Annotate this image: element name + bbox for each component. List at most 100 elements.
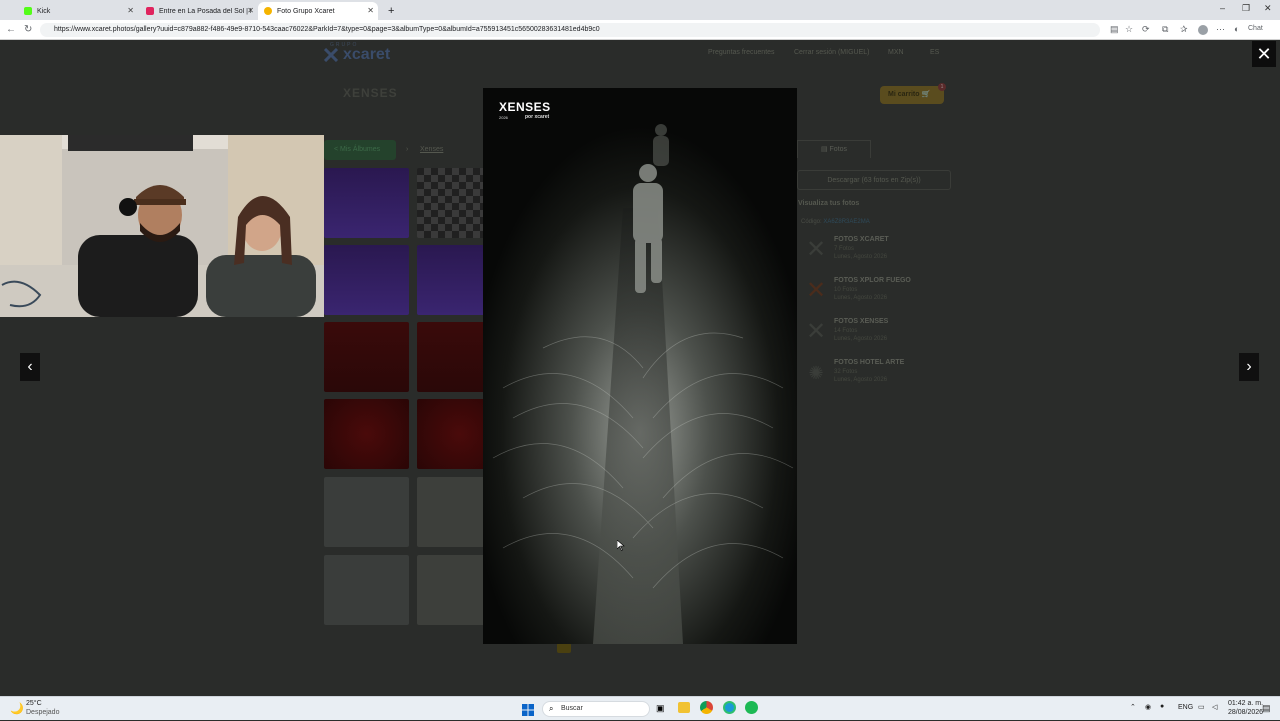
code-value: XA6Z8R3AE2MA	[823, 219, 870, 225]
cart-icon: 🛒	[921, 91, 931, 98]
taskbar: 🌙 25°C Despejado ⌕ Buscar ▣ ⌃ ◉ ● ENG ▭ …	[0, 696, 1280, 720]
language-select[interactable]: ES	[930, 49, 939, 56]
cart-count-badge: 1	[938, 83, 946, 91]
visualize-heading: Visualiza tus fotos	[798, 200, 860, 207]
photos-icon: ▤	[820, 146, 828, 153]
album-title: FOTOS XPLOR FUEGO	[834, 277, 911, 284]
profile-avatar[interactable]	[1198, 25, 1208, 35]
my-albums-button[interactable]: < Mis Álbumes	[324, 140, 396, 160]
hotel-arte-album-icon: ✺	[808, 363, 824, 383]
album-date: Lunes, Agosto 2026	[834, 254, 888, 260]
xplor-fuego-album-icon: ✕	[805, 277, 827, 304]
file-explorer-icon[interactable]	[678, 702, 690, 713]
clock-time[interactable]: 01:42 a. m.	[1228, 700, 1263, 707]
album-date: Lunes, Agosto 2026	[834, 295, 888, 301]
close-tab-icon[interactable]: ✕	[247, 6, 254, 15]
network-icon[interactable]: ◉	[1145, 703, 1151, 711]
task-view-icon[interactable]: ▣	[656, 703, 665, 714]
tab-label: Foto Grupo Xcaret	[277, 7, 335, 15]
chrome-icon[interactable]	[700, 701, 713, 714]
clock-date[interactable]: 28/08/2026	[1228, 709, 1263, 716]
lightbox-close-button[interactable]: ✕	[1252, 41, 1276, 67]
xenses-logo: XENSES	[343, 86, 398, 100]
url-field[interactable]: https://www.xcaret.photos/gallery?uuid=c…	[40, 23, 1100, 37]
favorites-icon[interactable]: ✰	[1180, 24, 1188, 35]
album-count: 10 Fotos	[834, 287, 858, 293]
tab-posada[interactable]: Entre en La Posada del Sol | La pu ✕	[140, 2, 258, 20]
language-indicator[interactable]: ENG	[1178, 704, 1193, 711]
photo-watermark-brand: por xcaret	[525, 114, 550, 120]
minimize-icon[interactable]: –	[1220, 3, 1225, 13]
display-icon[interactable]: ▭	[1198, 703, 1205, 711]
xenses-album-icon: ✕	[805, 318, 827, 345]
photo-thumbnail[interactable]	[324, 245, 409, 315]
album-count: 7 Fotos	[834, 246, 855, 252]
tab-fotos-label: Fotos	[829, 146, 848, 153]
tray-overflow-icon[interactable]: ⌃	[1130, 703, 1136, 711]
album-item-xenses[interactable]: ✕ FOTOS XENSES 14 Fotos Lunes, Agosto 20…	[802, 318, 962, 354]
photo-thumbnail[interactable]	[324, 477, 409, 547]
chat-button[interactable]: Chat	[1248, 25, 1263, 32]
weather-icon: 🌙	[10, 703, 24, 715]
reload-icon[interactable]: ↻	[24, 24, 32, 35]
more-icon[interactable]: ⋯	[1216, 24, 1225, 35]
cart-label: Mi carrito	[888, 91, 920, 98]
tab-label: Kick	[37, 7, 51, 15]
new-tab-button[interactable]: +	[382, 2, 396, 20]
edge-icon[interactable]	[723, 701, 736, 714]
start-windows-icon[interactable]	[522, 703, 534, 716]
code-label: Código:	[801, 219, 822, 225]
volume-icon[interactable]: ◁	[1212, 703, 1217, 711]
tab-kick[interactable]: Kick ✕	[18, 2, 138, 20]
photo-thumbnail[interactable]	[324, 168, 409, 238]
notification-icon[interactable]: ▤	[1262, 703, 1271, 714]
kick-favicon-icon	[24, 7, 32, 15]
lightbox-next-button[interactable]: ›	[1239, 353, 1259, 381]
breadcrumb-current[interactable]: Xenses	[420, 146, 443, 153]
restore-icon[interactable]: ❐	[1242, 3, 1250, 14]
webcam-feed-image	[0, 135, 324, 317]
taskbar-search-box[interactable]: ⌕ Buscar	[542, 701, 650, 717]
album-title: FOTOS XCARET	[834, 236, 889, 243]
address-bar: ← ↻ https://www.xcaret.photos/gallery?uu…	[0, 20, 1280, 40]
photo-watermark-year: 2026	[499, 115, 508, 120]
album-item-xplor-fuego[interactable]: ✕ FOTOS XPLOR FUEGO 10 Fotos Lunes, Agos…	[802, 277, 962, 313]
lightbox-prev-button[interactable]: ‹	[20, 353, 40, 381]
tab-xcaret[interactable]: Foto Grupo Xcaret ✕	[258, 2, 378, 20]
album-title: FOTOS XENSES	[834, 318, 889, 325]
faq-link[interactable]: Preguntas frecuentes	[708, 49, 775, 56]
favorite-star-icon[interactable]: ☆	[1125, 24, 1133, 35]
weather-temp: 25°C	[26, 700, 42, 707]
search-placeholder: Buscar	[561, 705, 583, 712]
xcaret-favicon-icon	[264, 7, 272, 15]
microphone-icon[interactable]: ●	[1160, 703, 1164, 710]
download-zip-button[interactable]: Descargar (63 fotos en Zip(s))	[797, 170, 951, 190]
xcaret-logo-icon	[323, 47, 339, 63]
photo-thumbnail[interactable]	[324, 399, 409, 469]
copilot-icon[interactable]: ◐	[1234, 24, 1239, 34]
breadcrumb-separator: ›	[406, 146, 409, 153]
photo-thumbnail[interactable]	[324, 322, 409, 392]
close-window-icon[interactable]: ✕	[1264, 3, 1272, 14]
album-count: 14 Fotos	[834, 328, 858, 334]
webcam-overlay	[0, 135, 324, 317]
tab-fotos[interactable]: ▤ Fotos	[797, 140, 871, 158]
close-tab-icon[interactable]: ✕	[127, 6, 134, 15]
close-tab-icon[interactable]: ✕	[367, 6, 374, 15]
code-row: Código: XA6Z8R3AE2MA	[801, 219, 870, 225]
extensions-icon[interactable]: ⟳	[1142, 24, 1150, 35]
cart-button[interactable]: Mi carrito 🛒	[880, 86, 944, 104]
pagination-current[interactable]	[557, 643, 571, 653]
currency-select[interactable]: MXN	[888, 49, 904, 56]
night-path-photo	[483, 88, 797, 644]
brand-name[interactable]: xcaret	[343, 46, 390, 64]
spotify-icon[interactable]	[745, 701, 758, 714]
album-item-hotel-arte[interactable]: ✺ FOTOS HOTEL ARTE 32 Fotos Lunes, Agost…	[802, 359, 962, 395]
split-screen-icon[interactable]: ⧉	[1162, 24, 1168, 35]
back-icon[interactable]: ←	[6, 24, 16, 35]
album-item-xcaret[interactable]: ✕ FOTOS XCARET 7 Fotos Lunes, Agosto 202…	[802, 236, 962, 272]
reader-icon[interactable]: ▤	[1110, 24, 1119, 35]
photo-thumbnail[interactable]	[324, 555, 409, 625]
logout-link[interactable]: Cerrar sesión (MIGUEL)	[794, 49, 869, 56]
youtube-favicon-icon	[146, 7, 154, 15]
